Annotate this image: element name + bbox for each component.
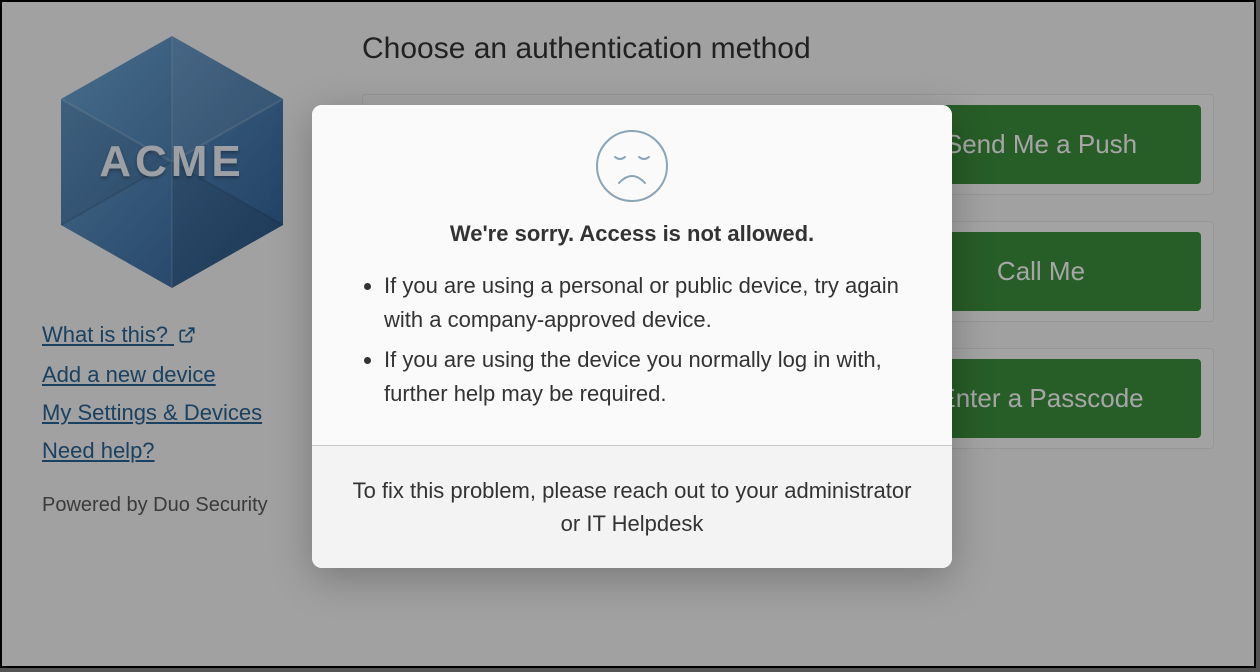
modal-footer-text: To fix this problem, please reach out to… <box>312 445 952 568</box>
modal-bullet-list: If you are using a personal or public de… <box>350 269 914 411</box>
access-denied-modal: We're sorry. Access is not allowed. If y… <box>312 105 952 568</box>
modal-body: We're sorry. Access is not allowed. If y… <box>312 105 952 445</box>
modal-title: We're sorry. Access is not allowed. <box>350 221 914 247</box>
modal-bullet: If you are using a personal or public de… <box>384 269 914 337</box>
modal-bullet: If you are using the device you normally… <box>384 343 914 411</box>
sad-face-icon <box>595 129 669 203</box>
